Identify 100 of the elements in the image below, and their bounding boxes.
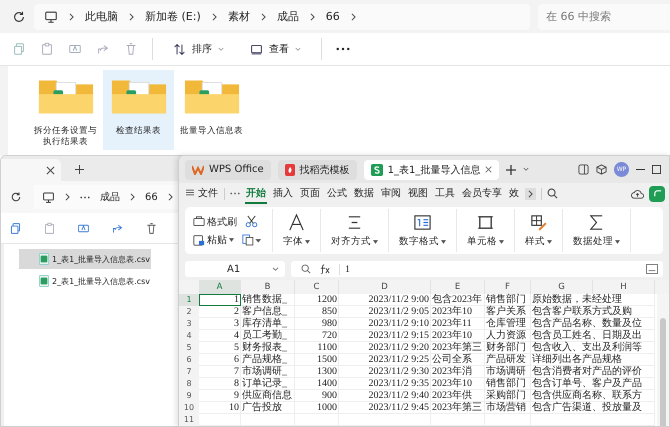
row-header[interactable]: 6 — [179, 354, 199, 366]
table-cell: 6 — [199, 354, 241, 366]
caret-icon — [229, 238, 234, 242]
column-header[interactable]: G — [531, 280, 593, 294]
app-tab[interactable]: 找稻壳模板 — [278, 160, 357, 180]
ribbon-button[interactable]: 数字格式 — [389, 209, 457, 252]
search-field[interactable]: 在 66 中搜索 — [538, 4, 670, 30]
table-cell: 1500 — [295, 354, 339, 366]
column-header[interactable]: H — [593, 280, 655, 294]
caret-icon — [547, 240, 552, 244]
row-header[interactable]: 10 — [179, 402, 199, 414]
file-menu[interactable]: 文件 — [185, 184, 219, 204]
ribbon-tab[interactable]: 效 — [508, 184, 520, 204]
zoom-icon[interactable] — [301, 264, 311, 274]
name-box[interactable]: A1 — [185, 261, 285, 277]
table-cell: 2 — [199, 306, 241, 318]
ribbon-tab[interactable]: 开始 — [245, 184, 267, 204]
row-header[interactable]: 3 — [179, 318, 199, 330]
ribbon-tab[interactable]: 页面 — [299, 184, 321, 204]
ribbon-tab[interactable]: 审阅 — [380, 184, 402, 204]
refresh-icon[interactable] — [12, 10, 26, 24]
sort-button[interactable]: 排序 — [167, 42, 230, 56]
folder-item[interactable]: 批量导入信息表 — [176, 70, 247, 150]
expand-formula-icon[interactable] — [646, 264, 658, 274]
ribbon-button[interactable]: 数据处理 — [563, 209, 631, 252]
table-cell: 7 — [199, 366, 241, 378]
column-header[interactable]: B — [241, 280, 295, 294]
scissors-icon[interactable] — [245, 215, 258, 228]
breadcrumb-item[interactable]: 66 — [145, 192, 158, 202]
caret-icon[interactable] — [523, 167, 530, 172]
copy-icon[interactable] — [242, 234, 262, 246]
table-cell: 2023/11/2 9:05 — [339, 306, 431, 318]
app-tab[interactable]: WPS Office — [185, 160, 271, 180]
row-header[interactable]: 4 — [179, 330, 199, 342]
more-icon[interactable] — [80, 196, 90, 198]
share-icon[interactable] — [649, 186, 665, 202]
column-header[interactable]: C — [295, 280, 339, 294]
file-item[interactable]: 2_表1_批量导入信息表.csv — [19, 271, 151, 291]
cube-icon[interactable] — [596, 164, 607, 175]
ribbon-tab[interactable]: 视图 — [407, 184, 429, 204]
folder-item[interactable]: 检查结果表 — [103, 70, 174, 150]
table-cell: 订单记录_ — [241, 378, 295, 390]
ribbon-button[interactable]: 单元格 — [457, 209, 515, 252]
maximize-icon[interactable] — [652, 165, 661, 174]
row-header[interactable]: 8 — [179, 378, 199, 390]
ribbon-tab[interactable]: 会员专享 — [461, 184, 503, 204]
table-cell: 详细列出各产品规格 — [531, 354, 655, 366]
row-header[interactable]: 5 — [179, 342, 199, 354]
view-button[interactable]: 查看 — [244, 42, 307, 56]
ribbon-tab[interactable]: 数据 — [353, 184, 375, 204]
breadcrumb-item[interactable]: 此电脑 — [85, 9, 118, 24]
row-header[interactable]: 1 — [179, 294, 199, 306]
paste-button[interactable]: 粘贴 — [193, 232, 234, 246]
add-tab-icon[interactable] — [506, 164, 516, 174]
table-cell: 客户关系 — [485, 306, 531, 318]
ribbon-button[interactable]: 样式 — [515, 209, 563, 252]
breadcrumb-item[interactable]: 新加卷 (E:) — [145, 9, 201, 24]
breadcrumb-item[interactable]: 成品 — [276, 9, 299, 24]
ribbon-tab[interactable]: 插入 — [272, 184, 294, 204]
table-cell: 包含订单号、客户及产品 — [531, 378, 655, 390]
breadcrumb-item[interactable]: 成品 — [100, 190, 120, 204]
row-header[interactable]: 7 — [179, 366, 199, 378]
breadcrumb-item[interactable]: 66 — [326, 10, 340, 23]
more-icon[interactable] — [230, 192, 240, 195]
function-icon[interactable] — [319, 264, 331, 274]
flame-icon — [284, 164, 295, 176]
delete-icon[interactable] — [145, 222, 158, 234]
close-icon[interactable] — [46, 166, 55, 174]
table-cell: 公司全系 — [431, 354, 485, 366]
column-header[interactable]: E — [431, 280, 485, 294]
close-icon[interactable] — [485, 166, 492, 173]
app-tab[interactable]: 1_表1_批量导入信息 — [364, 160, 500, 180]
more-icon[interactable] — [336, 47, 350, 51]
format-painter-button[interactable]: 格式刷 — [193, 214, 237, 228]
folder-item[interactable]: 拆分任务设置与执行结果表 — [30, 70, 101, 150]
ribbon-button[interactable]: 对齐方式 — [321, 209, 389, 252]
formula-bar[interactable]: 1 — [291, 261, 663, 277]
table-cell: 2023/11/2 9:25 — [339, 354, 431, 366]
ribbon-tab[interactable]: 公式 — [326, 184, 348, 204]
add-tab-icon[interactable] — [75, 165, 84, 174]
file-item[interactable]: 1_表1_批量导入信息表.csv — [19, 249, 151, 269]
search-icon[interactable] — [547, 188, 558, 199]
row-header[interactable]: 11 — [179, 414, 199, 426]
refresh-icon[interactable] — [10, 191, 22, 203]
row-header[interactable]: 2 — [179, 306, 199, 318]
ribbon-button[interactable]: 字体 — [273, 209, 321, 252]
cell-icon — [476, 213, 495, 232]
table-cell: 2023年10 — [431, 330, 485, 342]
address-bar[interactable]: 此电脑 新加卷 (E:) 素材 成品 66 — [34, 4, 530, 30]
window-icon[interactable] — [578, 164, 589, 175]
scrollbar[interactable] — [657, 294, 669, 426]
row-header[interactable]: 9 — [179, 390, 199, 402]
ribbon-tab[interactable]: 工具 — [434, 184, 456, 204]
column-header[interactable]: D — [339, 280, 431, 294]
chevron-icon[interactable] — [525, 188, 536, 200]
column-header[interactable]: F — [485, 280, 531, 294]
copy-icon[interactable] — [9, 222, 22, 234]
cloud-upload-icon[interactable] — [631, 188, 644, 198]
breadcrumb-item[interactable]: 素材 — [228, 9, 250, 24]
column-header[interactable]: A — [199, 280, 241, 294]
